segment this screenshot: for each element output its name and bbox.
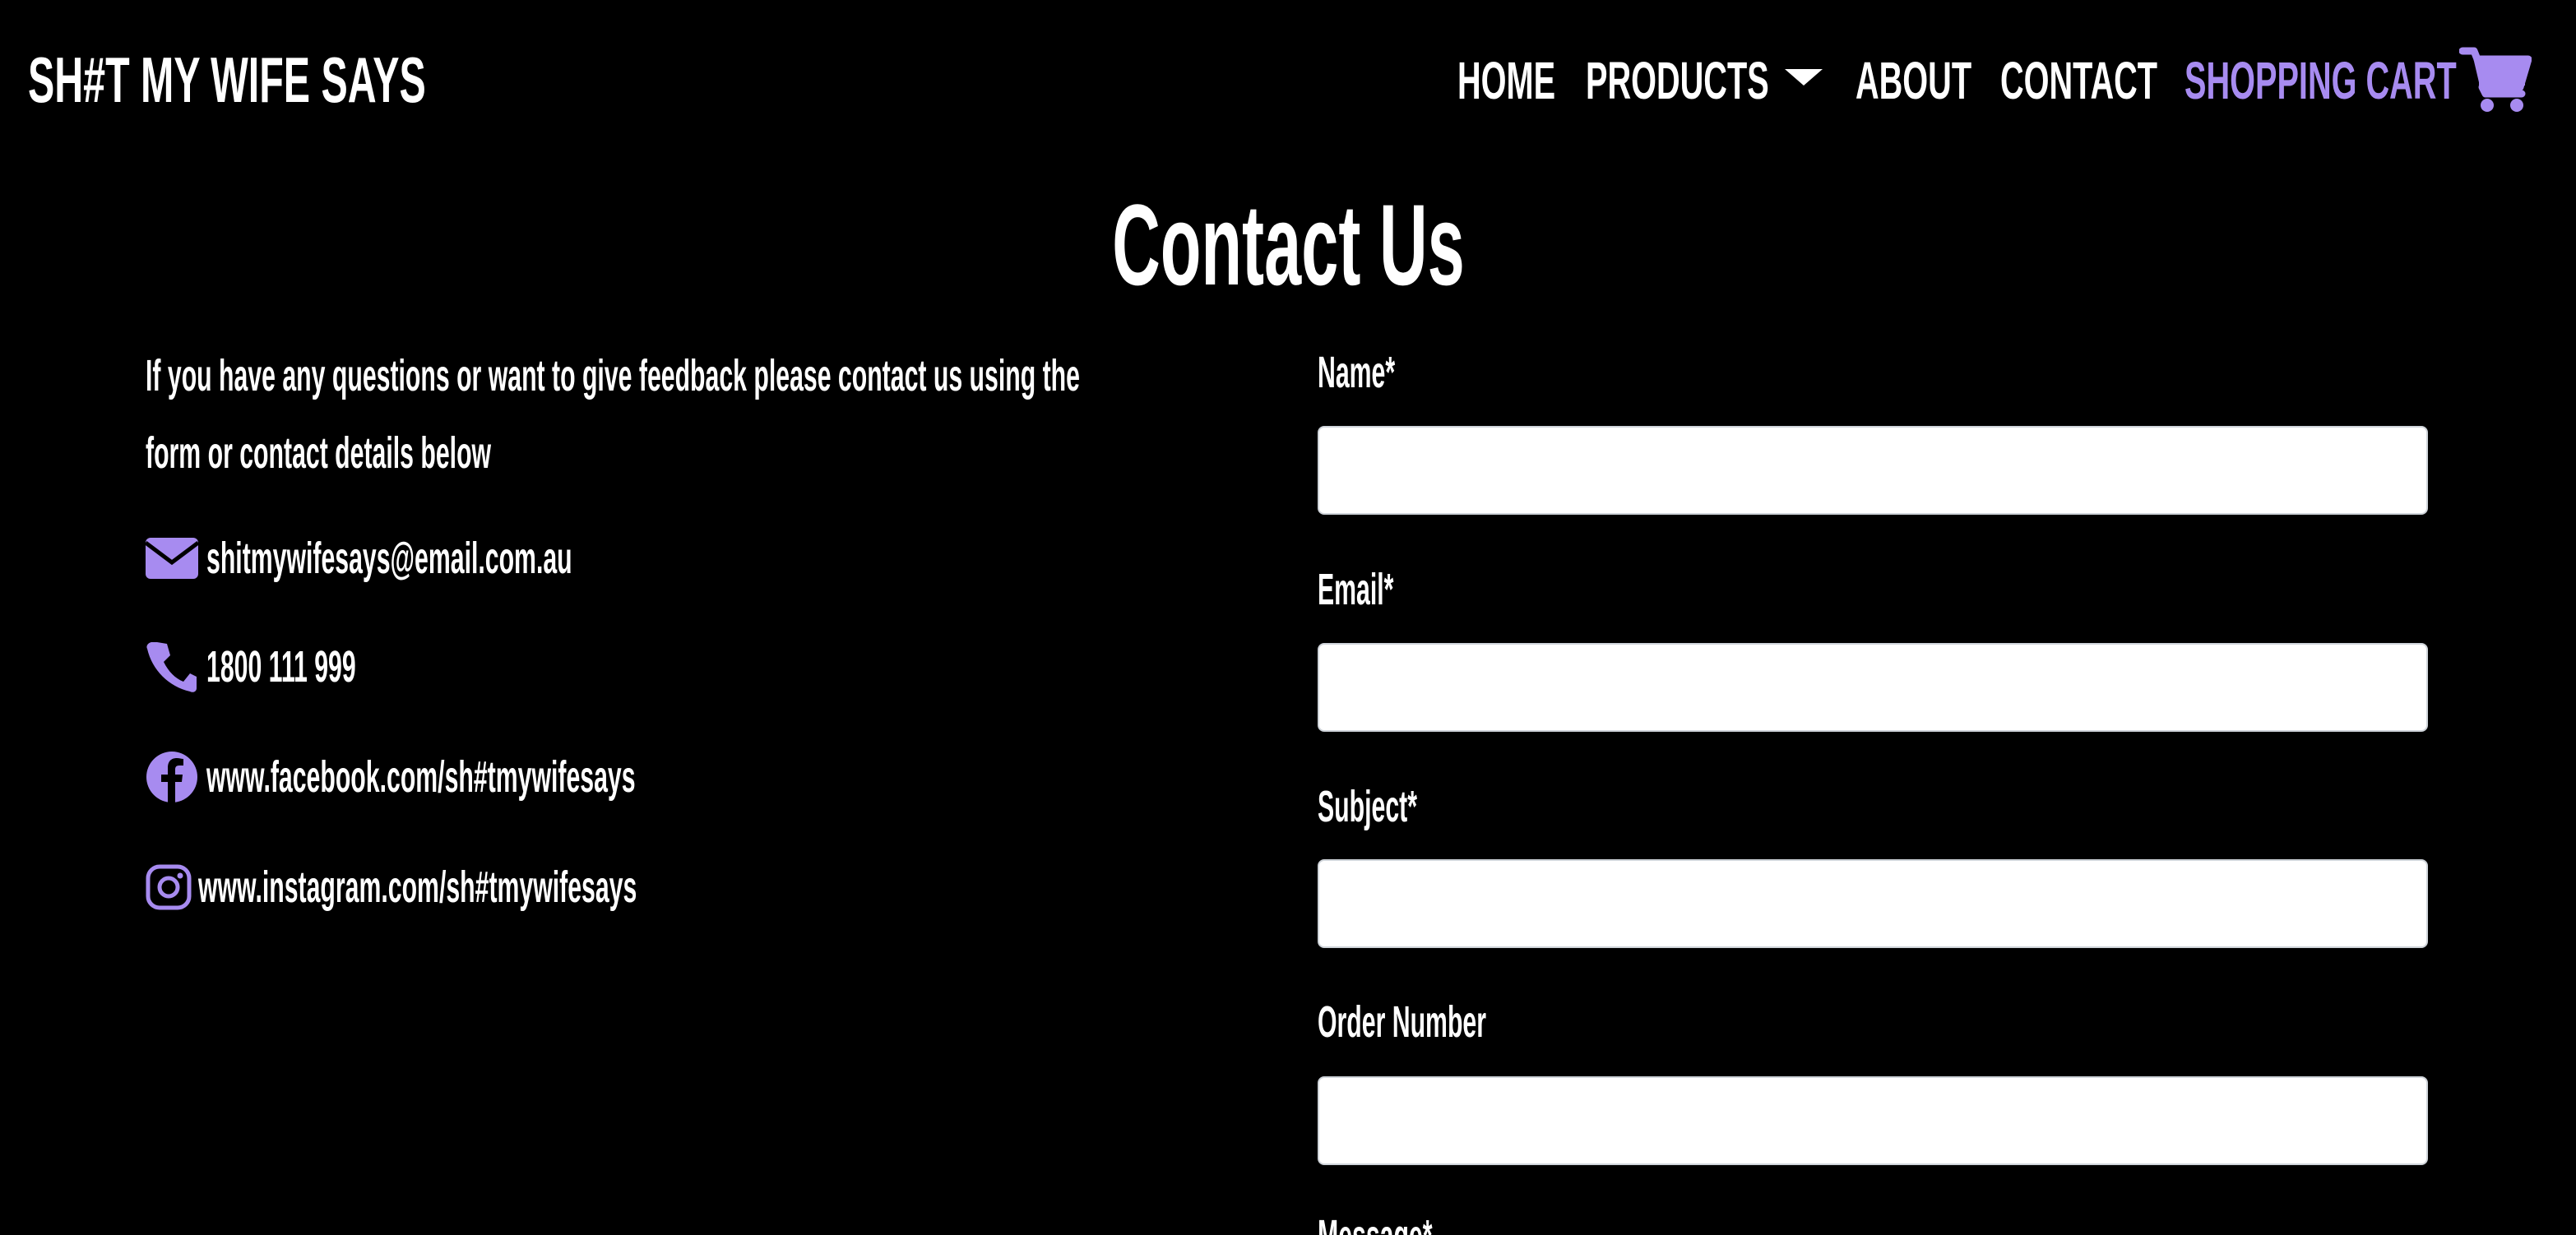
- contact-facebook-value[interactable]: www.facebook.com/sh#tmywifesays: [206, 752, 636, 803]
- contact-facebook-row[interactable]: www.facebook.com/sh#tmywifesays: [146, 748, 972, 806]
- name-input[interactable]: [1318, 426, 2428, 515]
- name-label-text: Name*: [1318, 348, 1396, 397]
- caret-down-icon: [1785, 69, 1823, 86]
- contact-email-row[interactable]: shitmywifesays@email.com.au: [146, 530, 859, 587]
- nav-contact-label: CONTACT: [2000, 51, 2158, 110]
- message-field-label: Message*: [1318, 1207, 1522, 1235]
- instagram-icon: [146, 861, 192, 914]
- envelope-icon: [146, 532, 198, 585]
- contact-email-value[interactable]: shitmywifesays@email.com.au: [206, 533, 572, 584]
- name-field-label: Name*: [1318, 344, 1456, 401]
- contact-phone-row[interactable]: 1800 111 999: [146, 638, 473, 696]
- contact-instagram-row[interactable]: www.instagram.com/sh#tmywifesays: [146, 858, 981, 916]
- nav-home-label: HOME: [1457, 51, 1556, 110]
- email-label-text: Email*: [1318, 565, 1394, 614]
- facebook-icon: [146, 751, 198, 803]
- order-number-field-label: Order Number: [1318, 993, 1619, 1051]
- contact-phone-value[interactable]: 1800 111 999: [206, 641, 356, 692]
- brand-logo-text[interactable]: SH#T MY WIFE SAYS: [28, 35, 426, 125]
- intro-line-1: If you have any questions or want to giv…: [146, 351, 1080, 400]
- subject-input[interactable]: [1318, 859, 2428, 948]
- intro-line-2: form or contact details below: [146, 428, 492, 478]
- email-input[interactable]: [1318, 643, 2428, 732]
- nav-cart-label: SHOPPING CART: [2185, 51, 2457, 110]
- page-title: Contact Us: [0, 179, 2576, 311]
- nav-products-label: PRODUCTS: [1586, 51, 1769, 110]
- shopping-cart-icon: [2458, 44, 2532, 126]
- email-field-label: Email*: [1318, 561, 1453, 618]
- message-label-text: Message*: [1318, 1207, 1433, 1235]
- subject-field-label: Subject*: [1318, 778, 1495, 835]
- phone-icon: [146, 641, 198, 693]
- contact-instagram-value[interactable]: www.instagram.com/sh#tmywifesays: [198, 862, 637, 913]
- subject-label-text: Subject*: [1318, 782, 1417, 831]
- order-label-text: Order Number: [1318, 997, 1487, 1047]
- order-number-input[interactable]: [1318, 1076, 2428, 1165]
- nav-products-dropdown[interactable]: PRODUCTS: [1586, 39, 1881, 122]
- nav-about-label: ABOUT: [1856, 51, 1972, 110]
- page-title-text: Contact Us: [1111, 180, 1465, 309]
- nav-shopping-cart-link[interactable]: SHOPPING CART: [2185, 39, 2576, 122]
